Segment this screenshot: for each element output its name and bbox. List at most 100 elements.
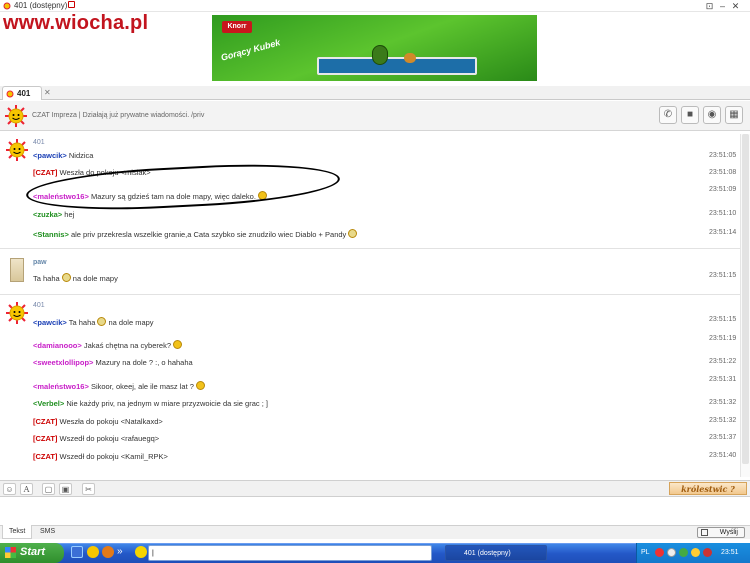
nick[interactable]: <Verbel> [33,399,64,408]
divider [0,294,740,295]
ie-icon[interactable] [71,546,83,558]
burger-graphic [404,53,416,63]
tab-tekst[interactable]: Tekst [2,525,33,539]
message-text-2: na dole mapy [106,318,154,327]
close-window-button[interactable]: ✕ [730,1,741,11]
timestamp: 23:51:32 [709,399,737,406]
message-line: [CZAT] Wszedł do pokoju <rafauegq> [33,434,159,443]
message-input[interactable] [0,497,750,525]
compose-toolbar: ☺ A ▢ ▣ ✂ [0,480,750,497]
timestamp: 23:51:40 [709,452,737,459]
phone-icon: ✆ [663,109,673,120]
nick[interactable]: <Stannis> [33,230,69,239]
paw-avatar [10,258,24,282]
nick[interactable]: <sweetxlollipop> [33,358,93,367]
message-line: <damianooo> Jakaś chętna na cyberek? [33,340,182,350]
scrollbar-thumb[interactable] [742,134,749,464]
gift-icon: ▦ [729,109,739,120]
tools-button[interactable]: ✂ [82,483,95,495]
tab-label: 401 [17,89,31,98]
message-text: Sikoor, okeej, ale ile masz lat ? [88,382,194,391]
banner-ad[interactable]: Knorr Gorący Kubek [212,15,537,81]
timestamp: 23:51:22 [709,358,737,365]
taskbar-window-label: 401 (dostępny) [464,550,511,557]
nick: [CZAT] [33,417,58,426]
tab-close-icon[interactable]: ✕ [44,88,51,97]
emoticon-button[interactable]: ☺ [3,483,16,495]
send-button[interactable]: Wyślij [697,527,745,538]
pea-character [372,45,388,65]
cool-emoticon-icon [348,229,358,238]
camera-icon: ■ [686,109,694,120]
message-text: Jakaś chętna na cyberek? [81,341,171,350]
nick[interactable]: <damianooo> [33,341,82,350]
sender-name[interactable]: 401 [33,139,45,146]
sender-name[interactable]: 401 [33,302,45,309]
font-button[interactable]: A [20,483,33,495]
sun-launcher-icon[interactable] [87,546,99,558]
gift-button[interactable]: ▦ [725,106,743,124]
tray-icon[interactable] [691,548,700,557]
timestamp: 23:51:15 [709,272,737,279]
image-button[interactable]: ▣ [59,483,72,495]
radiation-icon[interactable] [135,546,147,558]
channel-topic: CZAT Impreza | Działają już prywatne wia… [32,112,205,119]
nick[interactable]: <pawcik> [33,318,67,327]
message-text: Ta haha [33,274,60,283]
message-text: Ta haha [66,318,96,327]
mode-tabs [0,525,750,539]
sender-name[interactable]: paw [33,259,47,266]
nick[interactable]: <pawcik> [33,151,67,160]
file-button[interactable]: ▢ [42,483,55,495]
message-text: Nidzica [66,151,94,160]
tray-icon[interactable] [667,548,676,557]
phone-button[interactable]: ✆ [659,106,677,124]
nick[interactable]: <maleństwo16> [33,382,89,391]
message-text: Wszedł do pokoju <rafauegq> [57,434,160,443]
timestamp: 23:51:31 [709,376,737,383]
sun-avatar-icon [6,302,28,324]
tray-icon[interactable] [703,548,712,557]
language-indicator[interactable]: PL [641,549,650,556]
start-button[interactable]: Start [0,543,64,563]
windows-logo-icon [5,547,16,558]
message-text: Nie każdy priv, na jednym w miare przyzw… [64,399,268,408]
firefox-icon[interactable] [102,546,114,558]
message-line: <pawcik> Ta haha na dole mapy [33,317,154,327]
chevron-icon[interactable]: » [117,546,129,558]
timestamp: 23:51:09 [709,186,737,193]
watermark: www.wiocha.pl [3,12,149,34]
timestamp: 23:51:10 [709,210,737,217]
tab-sms[interactable]: SMS [34,525,61,539]
message-line: <Verbel> Nie każdy priv, na jednym w mia… [33,399,268,408]
start-label: Start [20,546,46,558]
message-line: <maleństwo16> Sikoor, okeej, ale ile mas… [33,381,205,391]
taskbar-window-401[interactable]: 401 (dostępny) [445,545,547,561]
clock[interactable]: 23:51 [721,549,739,556]
knorr-logo: Knorr [222,21,252,33]
message-text: Weszła do pokoju <Natalkaxd> [57,417,163,426]
tab-401[interactable]: 401 [2,86,42,100]
timestamp: 23:51:37 [709,434,737,441]
smile-emoticon-icon [173,340,182,349]
nick[interactable]: <zuzka> [33,210,62,219]
tab-bar [0,86,750,100]
message-line: <pawcik> Nidzica [33,151,93,160]
taskbar-input[interactable]: | [148,545,432,561]
minimize-button[interactable]: – [717,1,728,11]
tray-icon[interactable] [655,548,664,557]
restore-icon[interactable]: ⊡ [704,1,715,11]
scrollbar[interactable] [740,134,750,477]
gamepad-button[interactable]: ◉ [703,106,721,124]
camera-button[interactable]: ■ [681,106,699,124]
window-title: 401 (dostępny) [14,1,68,10]
table-graphic [317,57,477,75]
message-line: <zuzka> hej [33,210,74,219]
banner-product: Gorący Kubek [219,37,282,63]
message-line: <sweetxlollipop> Mazury na dole ? :, o h… [33,358,193,367]
tray-icon[interactable] [679,548,688,557]
krolestwo-badge[interactable]: królestwic ? [669,482,747,495]
timestamp: 23:51:15 [709,316,737,323]
nick: [CZAT] [33,168,58,177]
gamepad-icon: ◉ [707,109,717,120]
